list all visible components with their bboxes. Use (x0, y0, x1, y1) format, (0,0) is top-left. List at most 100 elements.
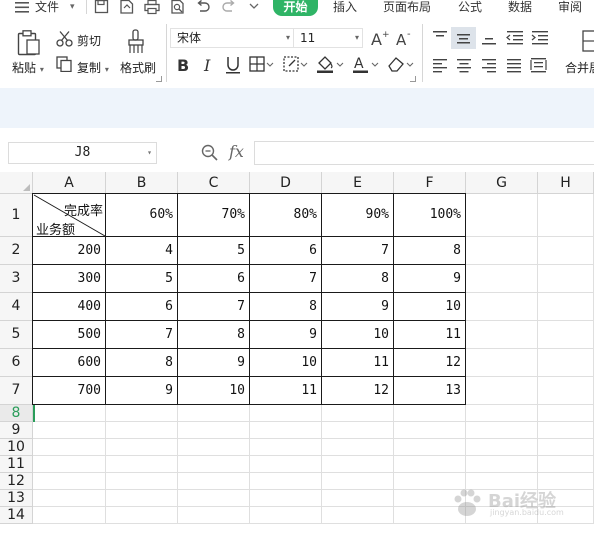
increase-font-size-icon[interactable]: A + (371, 30, 389, 46)
cell-e10[interactable] (322, 439, 394, 456)
cell-a2[interactable]: 200 (33, 237, 106, 265)
redo-icon[interactable] (221, 0, 237, 15)
row-header-4[interactable]: 4 (0, 293, 33, 321)
cell-a5[interactable]: 500 (33, 321, 106, 349)
cell-b4[interactable]: 6 (106, 293, 178, 321)
row-header-1[interactable]: 1 (0, 194, 33, 237)
column-header-f[interactable]: F (394, 172, 466, 194)
bold-icon[interactable]: B (176, 56, 190, 73)
cell-g11[interactable] (466, 456, 538, 473)
row-header-3[interactable]: 3 (0, 265, 33, 293)
cell-a9[interactable] (33, 422, 106, 439)
cell-b5[interactable]: 7 (106, 321, 178, 349)
cell-h5[interactable] (538, 321, 594, 349)
cell-f9[interactable] (394, 422, 466, 439)
cell-g8[interactable] (466, 405, 538, 422)
cell-g6[interactable] (466, 349, 538, 377)
fill-color-icon[interactable] (316, 55, 344, 74)
export-pdf-icon[interactable] (119, 0, 135, 15)
print-preview-icon[interactable] (170, 0, 186, 15)
cell-e6[interactable]: 11 (322, 349, 394, 377)
font-dialog-launcher[interactable] (410, 76, 416, 82)
row-header-5[interactable]: 5 (0, 321, 33, 349)
column-header-b[interactable]: B (106, 172, 178, 194)
cell-b9[interactable] (106, 422, 178, 439)
cell-c13[interactable] (178, 490, 250, 507)
cell-a13[interactable] (33, 490, 106, 507)
row-header-9[interactable]: 9 (0, 422, 33, 439)
italic-icon[interactable]: I (202, 56, 216, 73)
cell-d2[interactable]: 6 (250, 237, 322, 265)
cell-d9[interactable] (250, 422, 322, 439)
merge-center-icon[interactable] (582, 30, 594, 52)
cell-d11[interactable] (250, 456, 322, 473)
borders-icon[interactable] (249, 56, 275, 73)
cell-c1[interactable]: 70% (178, 194, 250, 237)
column-header-h[interactable]: H (538, 172, 594, 194)
cell-e1[interactable]: 90% (322, 194, 394, 237)
clipboard-dialog-launcher[interactable] (156, 76, 162, 82)
cell-d8[interactable] (250, 405, 322, 422)
cell-d5[interactable]: 9 (250, 321, 322, 349)
cell-d6[interactable]: 10 (250, 349, 322, 377)
clear-format-icon[interactable] (386, 55, 416, 73)
merge-center-button[interactable]: 合并居 (565, 59, 594, 76)
cell-b8[interactable] (106, 405, 178, 422)
cell-g10[interactable] (466, 439, 538, 456)
row-header-11[interactable]: 11 (0, 456, 33, 473)
zoom-icon[interactable] (201, 144, 219, 162)
cell-c6[interactable]: 9 (178, 349, 250, 377)
row-header-14[interactable]: 14 (0, 507, 33, 524)
font-name-select[interactable]: 宋体 ▾ (170, 28, 294, 48)
cell-h9[interactable] (538, 422, 594, 439)
align-middle-icon[interactable] (451, 27, 476, 49)
paste-icon[interactable] (17, 30, 41, 56)
tab-insert[interactable]: 插入 (333, 0, 357, 14)
decrease-font-size-icon[interactable]: A- (396, 30, 414, 46)
cell-b10[interactable] (106, 439, 178, 456)
file-menu[interactable]: 文件 ▾ (15, 0, 85, 14)
cell-c9[interactable] (178, 422, 250, 439)
print-icon[interactable] (144, 0, 160, 15)
align-right-icon[interactable] (481, 58, 497, 74)
align-center-icon[interactable] (456, 58, 472, 74)
cell-d1[interactable]: 80% (250, 194, 322, 237)
align-left-icon[interactable] (432, 58, 448, 74)
cell-h2[interactable] (538, 237, 594, 265)
cell-h11[interactable] (538, 456, 594, 473)
cell-f2[interactable]: 8 (394, 237, 466, 265)
cell-a8[interactable] (33, 405, 106, 422)
cell-b13[interactable] (106, 490, 178, 507)
cell-c8[interactable] (178, 405, 250, 422)
cell-f1[interactable]: 100% (394, 194, 466, 237)
row-header-12[interactable]: 12 (0, 473, 33, 490)
cell-e14[interactable] (322, 507, 394, 524)
font-size-select[interactable]: 11 ▾ (293, 28, 363, 48)
cell-e13[interactable] (322, 490, 394, 507)
tab-home[interactable]: 开始 (273, 0, 318, 16)
row-header-8[interactable]: 8 (0, 405, 33, 422)
distribute-icon[interactable] (530, 57, 548, 74)
format-painter-icon[interactable] (127, 29, 147, 55)
align-bottom-icon[interactable] (481, 30, 497, 46)
cell-h10[interactable] (538, 439, 594, 456)
cell-c2[interactable]: 5 (178, 237, 250, 265)
decrease-indent-icon[interactable] (506, 30, 524, 46)
cell-b1[interactable]: 60% (106, 194, 178, 237)
tab-data[interactable]: 数据 (508, 0, 532, 14)
align-top-icon[interactable] (432, 30, 448, 44)
cell-e12[interactable] (322, 473, 394, 490)
increase-indent-icon[interactable] (531, 30, 549, 46)
format-painter-button[interactable]: 格式刷 (120, 59, 156, 76)
cell-h8[interactable] (538, 405, 594, 422)
cell-a4[interactable]: 400 (33, 293, 106, 321)
cell-e8[interactable] (322, 405, 394, 422)
cell-g1[interactable] (466, 194, 538, 237)
cell-c3[interactable]: 6 (178, 265, 250, 293)
paste-button[interactable]: 粘贴 ▾ (12, 59, 44, 76)
cell-f5[interactable]: 11 (394, 321, 466, 349)
cell-c12[interactable] (178, 473, 250, 490)
cell-h4[interactable] (538, 293, 594, 321)
cell-f6[interactable]: 12 (394, 349, 466, 377)
cell-c7[interactable]: 10 (178, 377, 250, 405)
